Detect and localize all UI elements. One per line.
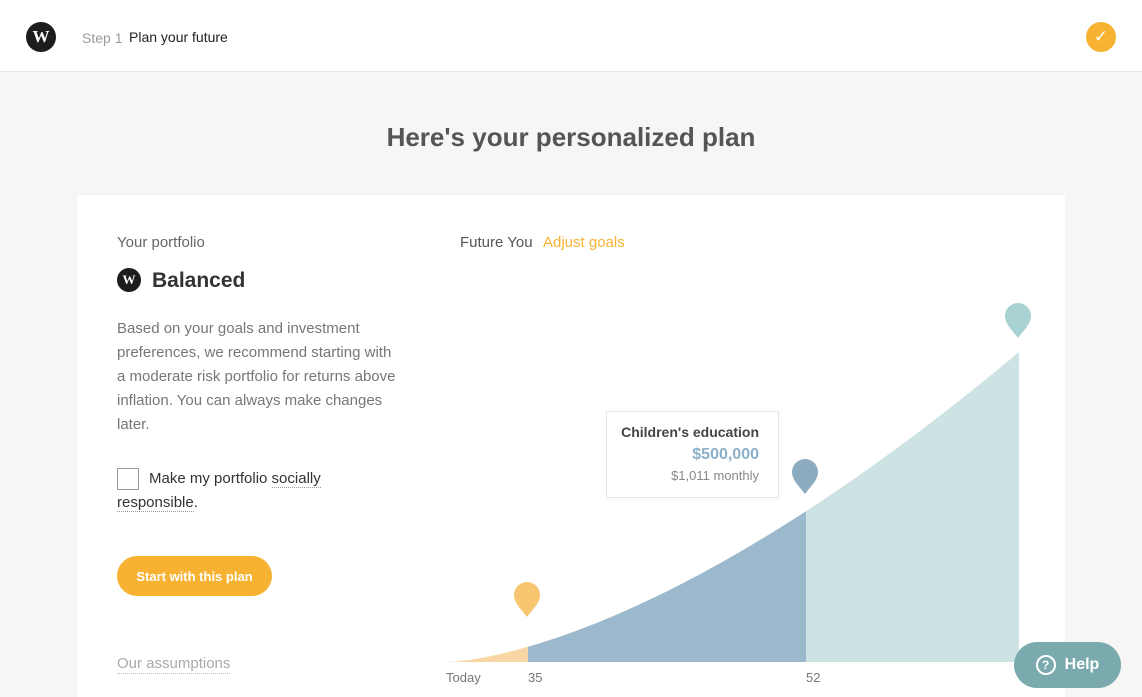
x-tick-label: 52 [806,670,820,685]
goal-tooltip: Children's education $500,000 $1,011 mon… [606,411,779,498]
assumptions-link[interactable]: Our assumptions [117,655,231,674]
x-tick-label: Today [446,670,481,685]
sr-prefix: Make my portfolio [149,470,268,487]
goal-amount: $500,000 [692,446,759,463]
milestone-pin-today[interactable] [514,581,540,617]
area-today [446,646,528,662]
sr-suffix: . [193,494,198,511]
start-plan-button[interactable]: Start with this plan [117,556,272,596]
checkmark-icon: ✓ [1086,22,1116,52]
socially-responsible-label[interactable]: Make my portfolio socially responsible. [117,467,377,515]
x-tick-label: 35 [528,670,542,685]
top-bar: W Step 1 Plan your future ✓ [0,0,1142,72]
portfolio-label: Your portfolio [117,234,205,251]
future-you-label: Future You [460,234,533,251]
sr-link-socially[interactable]: socially [271,470,321,488]
help-label: Help [1064,656,1100,673]
milestone-pin-education[interactable] [792,459,818,494]
brand-logo[interactable]: W [26,22,56,52]
question-icon: ? [1035,655,1056,675]
step-number: Step 1 [82,30,123,46]
adjust-goals-link[interactable]: Adjust goals [543,234,625,251]
goal-title: Children's education [621,424,759,440]
help-button[interactable]: ? Help [1014,642,1121,688]
portfolio-logo-icon: W [117,268,141,292]
milestone-pin-future[interactable] [1005,303,1031,338]
goal-monthly: $1,011 monthly [671,468,759,483]
portfolio-name: Balanced [152,269,246,292]
area-future [806,352,1019,662]
area-education [528,511,806,662]
portfolio-description: Based on your goals and investment prefe… [117,320,396,433]
step-title: Plan your future [129,29,228,45]
sr-link-responsible[interactable]: responsible [117,494,194,512]
page-title: Here's your personalized plan [386,122,756,152]
